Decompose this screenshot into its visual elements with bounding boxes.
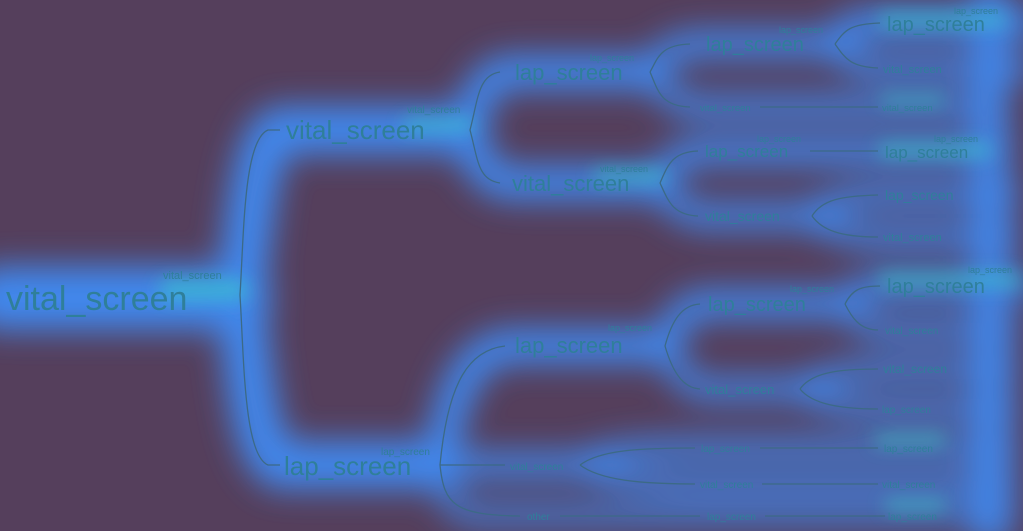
node-c2: vital_screen	[705, 382, 774, 397]
node-e: other	[527, 512, 550, 523]
leaf-a1-top: lap_screen	[887, 14, 985, 36]
node-l1-upper: vital_screen	[286, 115, 425, 145]
heatmap-glow	[0, 0, 1023, 531]
node-b2: vital_screen	[705, 208, 780, 224]
edge-label-c1: lap_screen	[790, 284, 834, 294]
edge-label-a: lap_screen	[590, 53, 634, 63]
leaf-e1: lap_screen	[888, 512, 937, 523]
leaf-d2: vital_screen	[882, 480, 935, 491]
edge-label-b: vital_screen	[600, 164, 648, 174]
edge-label-root: vital_screen	[163, 270, 222, 282]
node-d1: lap_screen	[701, 444, 750, 455]
node-a: lap_screen	[515, 60, 623, 85]
node-c1: lap_screen	[708, 294, 806, 316]
leaf-b1: lap_screen	[885, 143, 968, 162]
edge-label-b1: lap_screen	[757, 134, 801, 144]
edge-label-c1-top: lap_screen	[968, 265, 1012, 275]
node-d: vital_screen	[510, 462, 563, 473]
prediction-tree-heatmap: vital_screen vital_screen vital_screen v…	[0, 0, 1023, 531]
leaf-b2-top: lap_screen	[885, 187, 954, 203]
edge-label-l1-upper: vital_screen	[407, 105, 460, 116]
edge-label-l1-lower: lap_screen	[381, 447, 430, 458]
node-root: vital_screen	[6, 280, 187, 318]
leaf-b2-bottom: vital_screen	[883, 232, 942, 244]
tree-canvas: vital_screen vital_screen vital_screen v…	[0, 0, 1023, 531]
leaf-a2: vital_screen	[882, 103, 933, 114]
node-b1: lap_screen	[705, 142, 788, 161]
edge-label-a1: lap_screen	[779, 25, 823, 35]
edge-label-b1-leaf: lap_screen	[934, 134, 978, 144]
leaf-c1-bottom: vital_screen	[885, 326, 938, 337]
leaf-c1-top: lap_screen	[887, 276, 985, 298]
edge-label-a1-top: lap_screen	[954, 6, 998, 16]
node-e1: lap_screen	[707, 512, 756, 523]
node-a1: lap_screen	[706, 34, 804, 56]
node-d2: vital_screen	[700, 480, 753, 491]
leaf-d1: lap_screen	[884, 444, 933, 455]
node-a2: vital_screen	[700, 103, 751, 114]
node-b: vital_screen	[512, 171, 629, 196]
leaf-c2-top: vital_screen	[883, 362, 947, 376]
leaf-a1-bottom: vital_screen	[883, 64, 942, 76]
node-c: lap_screen	[515, 333, 623, 358]
edge-label-c: lap_screen	[608, 323, 652, 333]
leaf-c2-bottom: lap_screen	[882, 405, 931, 416]
